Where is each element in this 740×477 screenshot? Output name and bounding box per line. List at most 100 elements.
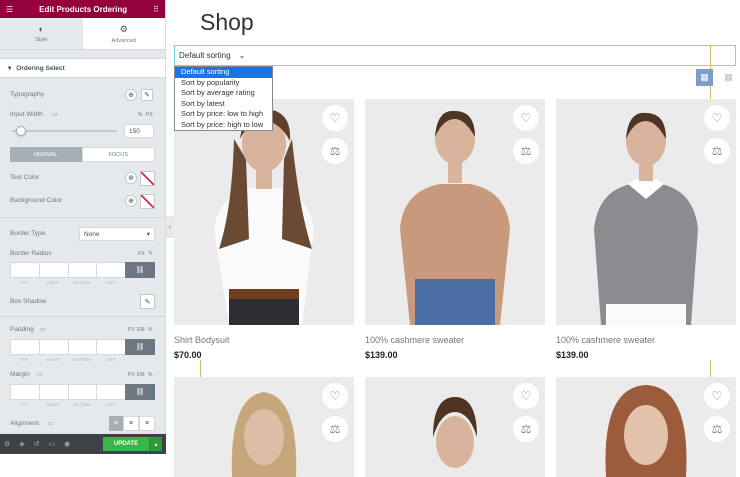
width-input[interactable]: 150 bbox=[124, 124, 154, 138]
align-center-icon[interactable]: ≡ bbox=[123, 416, 139, 431]
globe-icon[interactable]: ⊕ bbox=[125, 195, 137, 207]
unit-em[interactable]: EM bbox=[137, 372, 145, 378]
layers-icon[interactable]: ◈ bbox=[19, 440, 24, 448]
compare-icon[interactable]: ⚖ bbox=[513, 416, 539, 442]
sort-option[interactable]: Default sorting bbox=[175, 67, 272, 78]
sort-option[interactable]: Sort by price: low to high bbox=[175, 109, 272, 120]
dim-label: LEFT bbox=[105, 280, 116, 285]
unit-percent[interactable]: % bbox=[148, 372, 152, 378]
section-title: Ordering Select bbox=[16, 64, 65, 72]
collapse-panel-button[interactable]: ‹ bbox=[166, 216, 174, 238]
link-icon[interactable]: ⛓ bbox=[125, 262, 155, 278]
sort-option[interactable]: Sort by price: high to low bbox=[175, 120, 272, 131]
border-type-select[interactable]: None ▾ bbox=[79, 227, 155, 241]
unit-percent[interactable]: % bbox=[148, 327, 152, 333]
compare-icon[interactable]: ⚖ bbox=[704, 138, 730, 164]
state-focus-tab[interactable]: FOCUS bbox=[81, 147, 155, 162]
list-view-icon[interactable]: ▦ bbox=[720, 69, 737, 86]
tab-style[interactable]: ◐ Style bbox=[0, 18, 83, 49]
compare-icon[interactable]: ⚖ bbox=[322, 416, 348, 442]
heart-icon[interactable]: ♡ bbox=[322, 383, 348, 409]
dim-bottom[interactable] bbox=[67, 339, 98, 355]
grid-view-icon[interactable]: ▦ bbox=[696, 69, 713, 86]
dim-right[interactable] bbox=[38, 384, 69, 400]
heart-icon[interactable]: ♡ bbox=[704, 383, 730, 409]
dim-right[interactable] bbox=[38, 339, 69, 355]
page-title: Shop bbox=[200, 9, 254, 35]
unit-px[interactable]: PX bbox=[138, 251, 145, 257]
pencil-icon[interactable]: ✎ bbox=[148, 250, 153, 257]
dim-left[interactable] bbox=[96, 339, 126, 355]
link-icon[interactable]: ⛓ bbox=[125, 384, 155, 400]
desktop-icon[interactable]: ▭ bbox=[40, 326, 46, 333]
link-icon[interactable]: ⛓ bbox=[125, 339, 155, 355]
heart-icon[interactable]: ♡ bbox=[513, 105, 539, 131]
unit-em[interactable]: EM bbox=[137, 327, 145, 333]
desktop-icon[interactable]: ▭ bbox=[37, 371, 43, 378]
product-image[interactable]: ♡ ⚖ bbox=[556, 99, 736, 325]
dim-bottom[interactable] bbox=[67, 384, 98, 400]
dim-left[interactable] bbox=[96, 384, 126, 400]
update-button[interactable]: UPDATE bbox=[103, 437, 149, 451]
compare-icon[interactable]: ⚖ bbox=[322, 138, 348, 164]
globe-icon[interactable]: ⊕ bbox=[125, 89, 137, 101]
align-right-icon[interactable]: ≡ bbox=[139, 416, 155, 431]
product-image[interactable]: ♡ ⚖ bbox=[174, 377, 354, 477]
history-icon[interactable]: ↺ bbox=[34, 440, 40, 448]
product-card[interactable]: ♡ ⚖ Shirt Bodysuit $70.00 bbox=[174, 99, 354, 360]
margin-fields: ⛓ bbox=[10, 384, 155, 400]
sort-option[interactable]: Sort by average rating bbox=[175, 88, 272, 99]
hamburger-icon[interactable]: ☰ bbox=[6, 5, 13, 14]
section-ordering-select[interactable]: ▾ Ordering Select bbox=[0, 58, 165, 78]
product-image[interactable]: ♡ ⚖ bbox=[365, 377, 545, 477]
background-color-swatch[interactable] bbox=[140, 194, 155, 209]
dim-top[interactable] bbox=[10, 262, 40, 278]
tab-advanced[interactable]: ⚙ Advanced bbox=[83, 18, 166, 49]
dim-left[interactable] bbox=[96, 262, 126, 278]
dim-top[interactable] bbox=[10, 339, 40, 355]
product-name[interactable]: 100% cashmere sweater bbox=[556, 335, 736, 345]
product-name[interactable]: 100% cashmere sweater bbox=[365, 335, 545, 345]
product-image[interactable]: ♡ ⚖ bbox=[365, 99, 545, 325]
unit-px[interactable]: PX bbox=[128, 372, 135, 378]
heart-icon[interactable]: ♡ bbox=[322, 105, 348, 131]
align-left-icon[interactable]: ≡ bbox=[109, 416, 123, 431]
width-slider-handle[interactable] bbox=[16, 126, 26, 136]
compare-icon[interactable]: ⚖ bbox=[513, 138, 539, 164]
text-color-swatch[interactable] bbox=[140, 171, 155, 186]
heart-icon[interactable]: ♡ bbox=[704, 105, 730, 131]
contrast-icon: ◐ bbox=[38, 24, 44, 34]
product-card[interactable]: ♡ ⚖ 100% cashmere sweater $139.00 bbox=[556, 99, 736, 360]
unit-px[interactable]: PX bbox=[146, 112, 153, 118]
product-price: $139.00 bbox=[556, 350, 589, 360]
eye-icon[interactable]: ◉ bbox=[64, 440, 70, 448]
product-image[interactable]: ♡ ⚖ bbox=[174, 99, 354, 325]
responsive-icon[interactable]: ▭ bbox=[49, 440, 56, 448]
unit-percent[interactable]: % bbox=[138, 112, 142, 118]
product-name[interactable]: Shirt Bodysuit bbox=[174, 335, 354, 345]
dim-bottom[interactable] bbox=[67, 262, 98, 278]
unit-px[interactable]: PX bbox=[128, 327, 135, 333]
desktop-icon[interactable]: ▭ bbox=[48, 420, 54, 427]
desktop-icon[interactable]: ▭ bbox=[52, 111, 58, 118]
sort-option[interactable]: Sort by popularity bbox=[175, 78, 272, 89]
dim-top[interactable] bbox=[10, 384, 40, 400]
product-card[interactable]: ♡ ⚖ bbox=[556, 377, 736, 477]
product-card[interactable]: ♡ ⚖ 100% cashmere sweater $139.00 bbox=[365, 99, 545, 360]
pencil-icon[interactable]: ✎ bbox=[140, 294, 155, 309]
product-image[interactable]: ♡ ⚖ bbox=[556, 377, 736, 477]
dim-right[interactable] bbox=[38, 262, 69, 278]
caret-up-icon[interactable]: ▴ bbox=[149, 437, 162, 451]
product-card[interactable]: ♡ ⚖ bbox=[365, 377, 545, 477]
state-normal-tab[interactable]: NORMAL bbox=[10, 147, 82, 162]
sort-select[interactable]: Default sorting ⌄ bbox=[179, 51, 245, 60]
pencil-icon[interactable]: ✎ bbox=[141, 89, 153, 101]
compare-icon[interactable]: ⚖ bbox=[704, 416, 730, 442]
globe-icon[interactable]: ⊕ bbox=[125, 172, 137, 184]
heart-icon[interactable]: ♡ bbox=[513, 383, 539, 409]
grid-icon[interactable]: ⠿ bbox=[153, 5, 159, 14]
sort-option[interactable]: Sort by latest bbox=[175, 99, 272, 110]
width-slider-track[interactable] bbox=[12, 130, 117, 132]
gear-icon[interactable]: ⚙ bbox=[4, 440, 10, 448]
product-card[interactable]: ♡ ⚖ bbox=[174, 377, 354, 477]
